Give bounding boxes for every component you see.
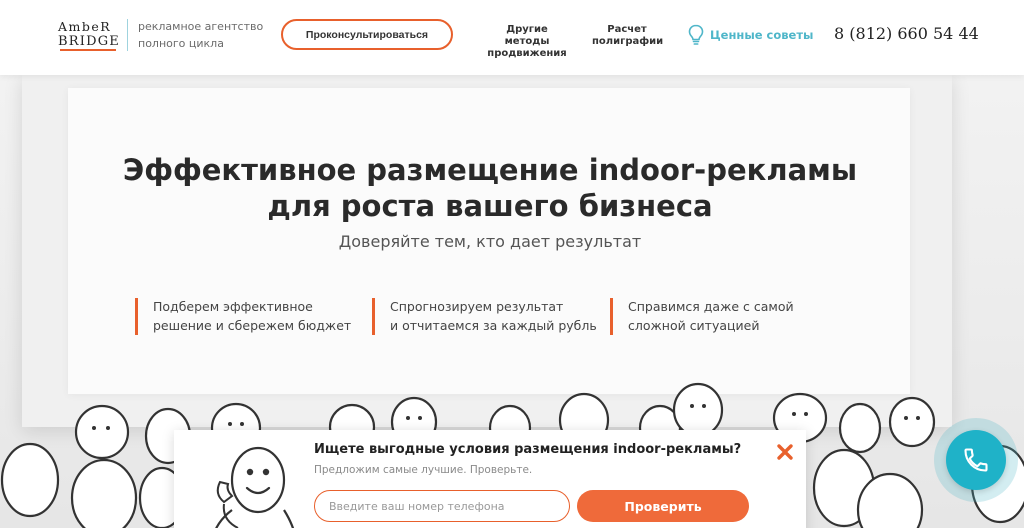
logo[interactable]: AmbeR BRIDGE	[58, 19, 120, 53]
feature-complex: Справимся даже с самой сложной ситуацией	[610, 297, 794, 335]
hero-title: Эффективное размещение indoor-рекламы дл…	[100, 152, 880, 224]
hero-title-line1: Эффективное размещение indoor-рекламы	[122, 153, 858, 187]
call-button[interactable]	[946, 430, 1006, 490]
popup-title: Ищете выгодные условия размещения indoor…	[314, 442, 742, 457]
consult-button[interactable]: Проконсультироваться	[281, 19, 453, 50]
feature-accent-bar	[135, 298, 138, 335]
feature-accent-bar	[610, 298, 613, 335]
phone-number-input[interactable]	[314, 490, 570, 522]
feature-line: Спрогнозируем результат	[390, 299, 564, 314]
close-icon[interactable]	[776, 443, 794, 461]
feature-line: решение и сбережем бюджет	[153, 318, 352, 333]
lightbulb-icon	[688, 24, 704, 45]
tips-link[interactable]: Ценные советы	[688, 24, 813, 46]
feature-line: Справимся даже с самой	[628, 299, 794, 314]
lead-popup: Ищете выгодные условия размещения indoor…	[174, 430, 806, 528]
nav-other-methods[interactable]: Другие методы продвижения	[486, 24, 568, 60]
site-header: AmbeR BRIDGE рекламное агентство полного…	[0, 0, 1024, 75]
feature-budget: Подберем эффективное решение и сбережем …	[135, 297, 351, 335]
feature-line: Подберем эффективное	[153, 299, 313, 314]
feature-line: сложной ситуацией	[628, 318, 760, 333]
logo-underline	[60, 49, 116, 51]
feature-forecast: Спрогнозируем результат и отчитаемся за …	[372, 297, 597, 335]
logo-line1: AmbeR	[58, 19, 112, 34]
hero-title-line2: для роста вашего бизнеса	[267, 189, 713, 223]
nav-print-calc[interactable]: Расчет полиграфии	[592, 24, 663, 48]
feature-line: и отчитаемся за каждый рубль	[390, 318, 597, 333]
phone-handset-icon	[964, 448, 988, 472]
tagline: рекламное агентство полного цикла	[138, 20, 264, 50]
check-button[interactable]: Проверить	[577, 490, 749, 522]
feature-accent-bar	[372, 298, 375, 335]
mascot-on-phone-icon	[215, 446, 295, 528]
logo-divider	[127, 19, 128, 51]
hero-subtitle: Доверяйте тем, кто дает результат	[338, 232, 642, 251]
tips-label: Ценные советы	[710, 28, 814, 42]
logo-line2: BRIDGE	[58, 34, 120, 49]
header-phone[interactable]: 8 (812) 660 54 44	[834, 24, 979, 43]
popup-subtitle: Предложим самые лучшие. Проверьте.	[314, 464, 533, 476]
